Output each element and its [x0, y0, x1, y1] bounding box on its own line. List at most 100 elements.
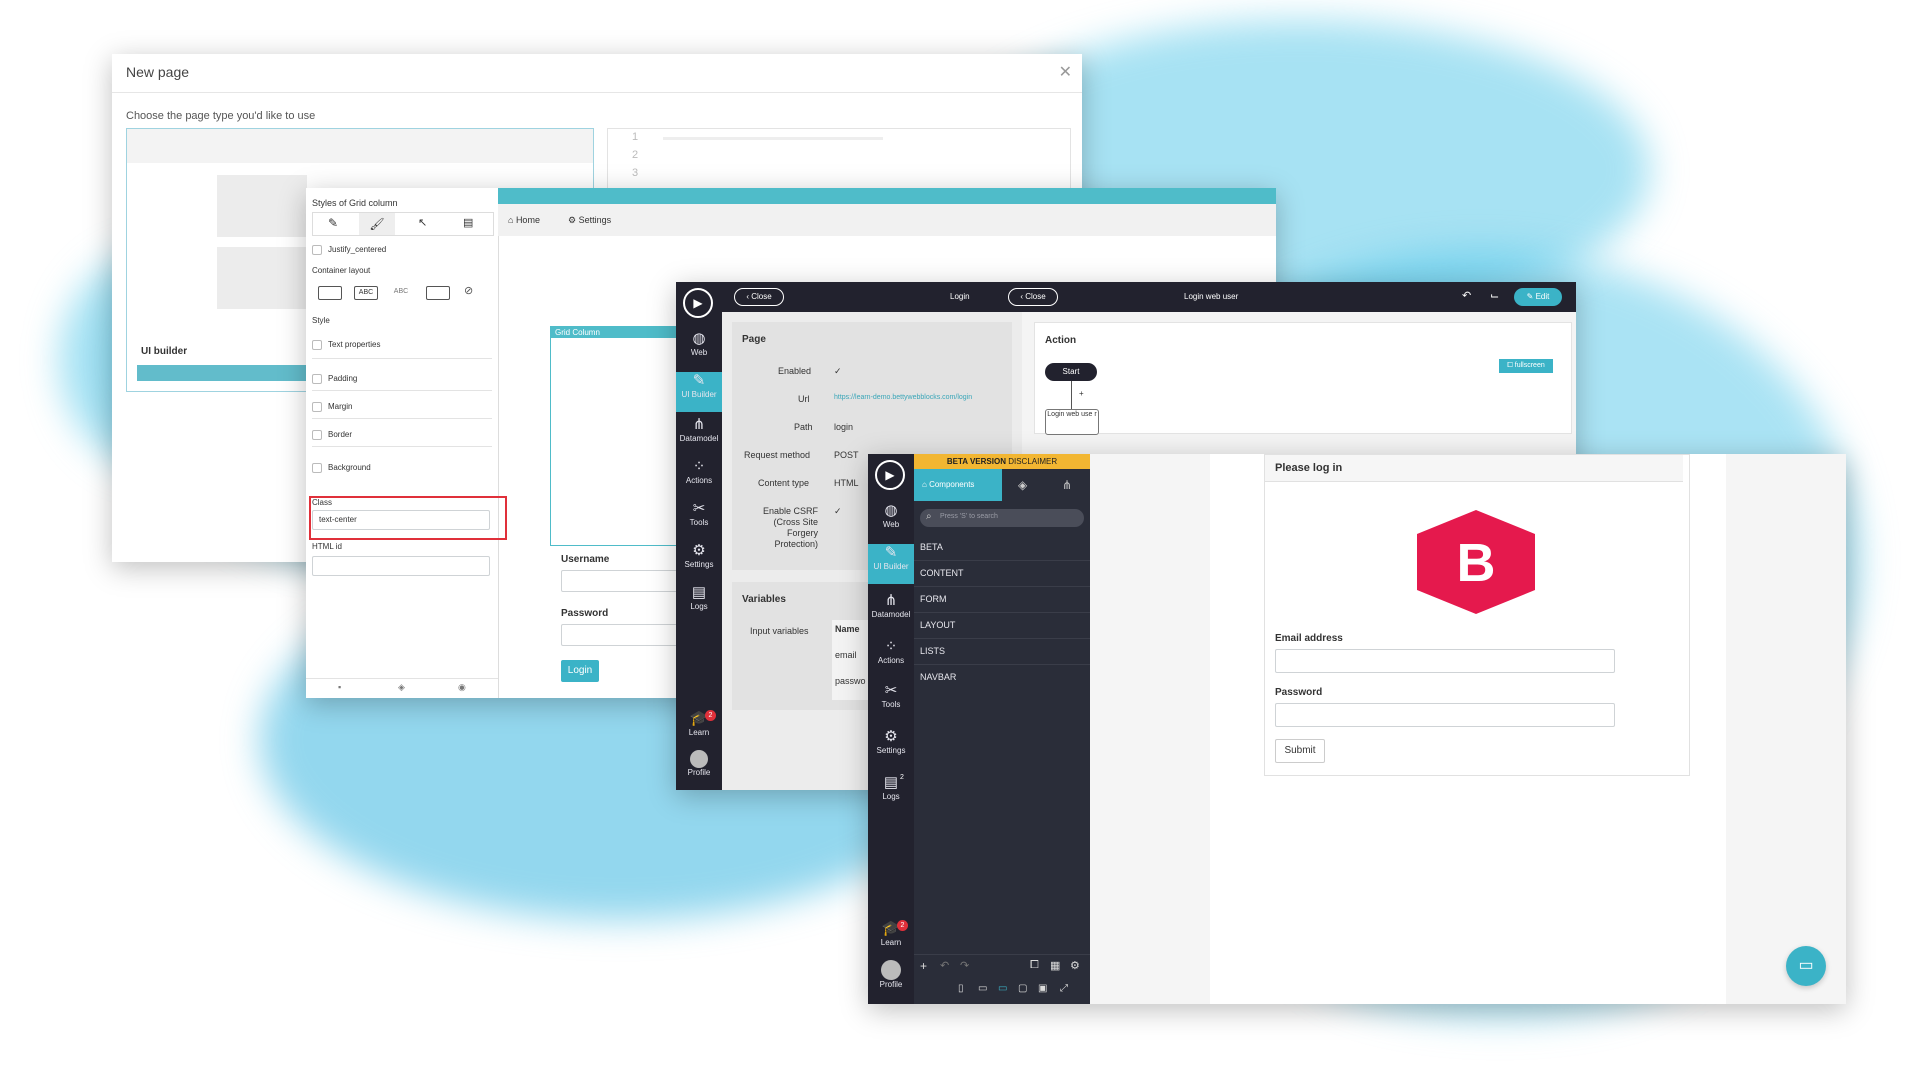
option-margin[interactable]: Margin [328, 402, 352, 411]
flow-add-step[interactable]: + [1079, 389, 1084, 398]
background-checkbox[interactable] [312, 463, 322, 473]
tablet-icon[interactable]: ▭ [978, 983, 987, 994]
pencil-icon[interactable]: ✎ [328, 216, 338, 230]
chart-icon[interactable]: ⌙ [1490, 289, 1499, 302]
page-type-card-code[interactable]: 1 2 3 [607, 128, 1071, 190]
option-background[interactable]: Background [328, 463, 371, 472]
layout-option[interactable]: ABC [390, 286, 412, 298]
rail-tools[interactable]: ✂ Tools [868, 682, 914, 720]
rail-logs[interactable]: ▤ Logs [868, 774, 914, 812]
url-link[interactable]: https://learn-demo.bettywebblocks.com/lo… [834, 394, 972, 401]
html-id-label: HTML id [312, 542, 342, 551]
tablet-landscape-icon[interactable]: ▭ [998, 983, 1007, 994]
password-input[interactable] [1275, 703, 1615, 727]
option-padding[interactable]: Padding [328, 374, 357, 383]
select-icon[interactable]: ⧠ [1030, 959, 1039, 972]
rail-ui-builder[interactable]: ✎ UI Builder [676, 372, 722, 412]
justify-checkbox[interactable] [312, 245, 322, 255]
layout-option[interactable] [426, 286, 450, 300]
layout-option[interactable] [318, 286, 342, 300]
category-lists[interactable]: LISTS [914, 638, 1090, 665]
login-title: Login [950, 292, 970, 301]
brush-icon: ✎ [692, 372, 706, 389]
redo-icon[interactable]: ↷ [960, 959, 969, 972]
layout-option[interactable]: ABC [354, 286, 378, 300]
submit-button[interactable]: Submit [1275, 739, 1325, 763]
username-input[interactable] [561, 570, 683, 592]
rail-actions[interactable]: ⁘ Actions [676, 458, 722, 496]
password-label: Password [561, 608, 609, 619]
field-value: HTML [834, 478, 859, 488]
nav-settings[interactable]: ⚙ Settings [568, 215, 611, 226]
rail-datamodel[interactable]: ⋔ Datamodel [676, 416, 722, 454]
search-input[interactable]: ⌕ Press 'S' to search [920, 509, 1084, 527]
components-tab[interactable]: ⌂ Components [914, 469, 1002, 501]
login-button[interactable]: Login [561, 660, 599, 682]
grid-icon[interactable]: ▦ [1050, 959, 1060, 972]
margin-checkbox[interactable] [312, 402, 322, 412]
action-card: Action ⧠ fullscreen Start + Login web us… [1034, 322, 1572, 435]
edit-button[interactable]: ✎ Edit [1514, 288, 1562, 306]
fullscreen-icon[interactable]: ⤢ [1060, 983, 1068, 994]
password-input[interactable] [561, 624, 683, 646]
gear-icon[interactable]: ⚙ [1070, 959, 1080, 972]
rail-actions[interactable]: ⁘ Actions [868, 638, 914, 676]
class-input[interactable]: text-center [312, 510, 490, 530]
nav-home[interactable]: ⌂ Home [508, 215, 540, 225]
rail-web[interactable]: ◍ Web [676, 330, 722, 368]
padding-checkbox[interactable] [312, 374, 322, 384]
rail-settings[interactable]: ⚙ Settings [868, 728, 914, 766]
undo-icon[interactable]: ↶ [940, 959, 949, 972]
desktop-icon[interactable]: ▣ [1038, 983, 1047, 994]
beta-banner-bold: BETA VERSION [946, 457, 1006, 466]
hide-icon[interactable]: ⊘ [464, 284, 473, 297]
variable-row[interactable]: email [835, 650, 857, 660]
text-properties-checkbox[interactable] [312, 340, 322, 350]
card-select-bar[interactable] [137, 365, 307, 381]
laptop-icon[interactable]: ▢ [1018, 983, 1027, 994]
beta-banner[interactable]: BETA VERSION DISCLAIMER [914, 454, 1090, 469]
page-builder-window: ▶ ◍ Web ✎ UI Builder ⋔ Datamodel ⁘ Actions ✂… [868, 454, 1846, 1004]
add-icon[interactable]: + [920, 959, 927, 973]
rail-web[interactable]: ◍ Web [868, 502, 914, 540]
layers-icon[interactable]: ◈ [1018, 478, 1027, 492]
close-right-button[interactable]: ‹ Close [1008, 288, 1058, 306]
play-icon[interactable]: ▶ [683, 288, 713, 318]
rail-label: Logs [690, 602, 708, 611]
flow-step-node[interactable]: Login web use r [1045, 409, 1099, 435]
play-icon[interactable]: ▶ [875, 460, 905, 490]
trash-icon[interactable]: ▪ [338, 682, 341, 692]
option-border[interactable]: Border [328, 430, 352, 439]
rail-ui-builder[interactable]: ✎ UI Builder [868, 544, 914, 584]
rail-settings[interactable]: ⚙ Settings [676, 542, 722, 580]
category-layout[interactable]: LAYOUT [914, 612, 1090, 639]
tree-icon[interactable]: ⋔ [1062, 478, 1072, 492]
grid-column[interactable]: Grid Column [550, 326, 682, 546]
flow-start-node[interactable]: Start [1045, 363, 1097, 381]
email-input[interactable] [1275, 649, 1615, 673]
rail-datamodel[interactable]: ⋔ Datamodel [868, 592, 914, 630]
chat-widget-button[interactable]: ▭ [1786, 946, 1826, 986]
mobile-icon[interactable]: ▯ [958, 983, 964, 994]
option-text-properties[interactable]: Text properties [328, 340, 380, 349]
undo-icon[interactable]: ↶ [1462, 289, 1471, 302]
database-icon[interactable]: ▤ [463, 216, 473, 229]
rail-profile[interactable]: Profile [868, 960, 914, 1000]
category-form[interactable]: FORM [914, 586, 1090, 613]
rail-profile[interactable]: Profile [676, 750, 722, 786]
close-left-button[interactable]: ‹ Close [734, 288, 784, 306]
border-checkbox[interactable] [312, 430, 322, 440]
close-icon[interactable]: ✕ [1059, 62, 1072, 82]
category-content[interactable]: CONTENT [914, 560, 1090, 587]
brush-icon[interactable]: 🖌 [359, 213, 395, 235]
visibility-icon[interactable]: ◉ [458, 682, 466, 693]
fullscreen-button[interactable]: ⧠ fullscreen [1499, 359, 1553, 373]
rail-logs[interactable]: ▤ Logs [676, 584, 722, 622]
rail-tools[interactable]: ✂ Tools [676, 500, 722, 538]
variable-row[interactable]: passwo [835, 676, 866, 686]
copy-icon[interactable]: ◈ [398, 682, 405, 693]
category-beta[interactable]: BETA [914, 534, 1090, 561]
category-navbar[interactable]: NAVBAR [914, 664, 1090, 690]
cursor-icon[interactable]: ↖ [418, 216, 427, 229]
html-id-input[interactable] [312, 556, 490, 576]
